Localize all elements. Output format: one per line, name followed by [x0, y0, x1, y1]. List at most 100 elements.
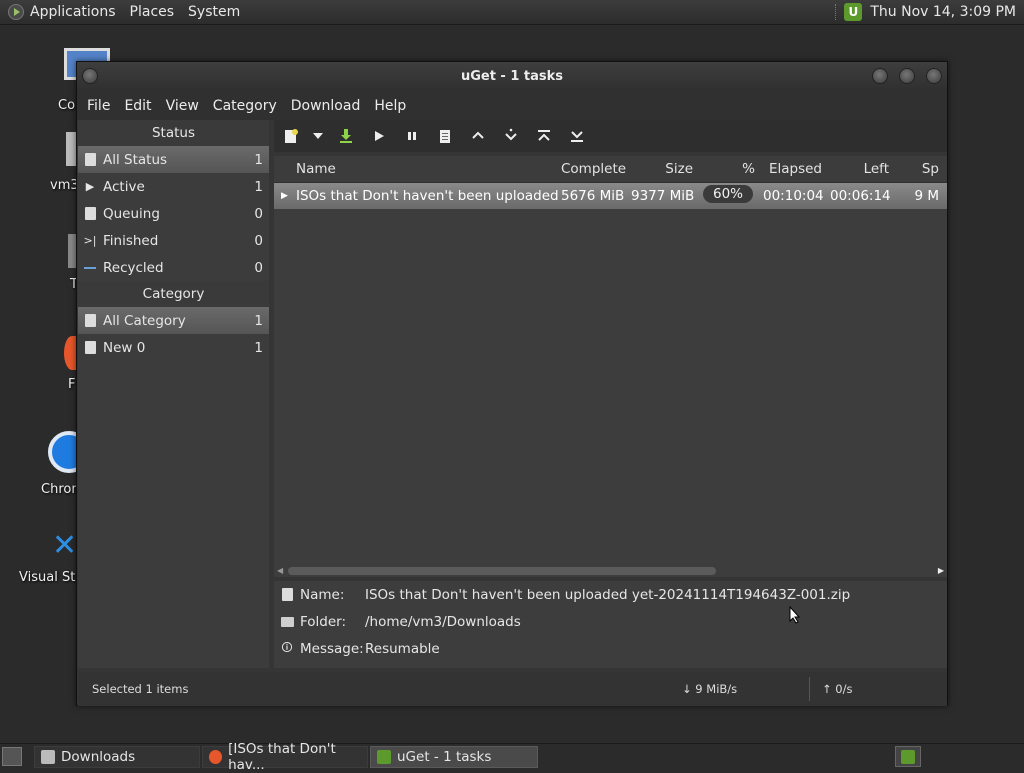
table-row[interactable]: ▶ ISOs that Don't haven't been uploaded … [274, 183, 947, 209]
firefox-icon [209, 750, 223, 764]
menu-help[interactable]: Help [374, 98, 406, 114]
sidebar-item-label: New 0 [103, 339, 146, 356]
doc-stack-icon [83, 314, 97, 328]
desktop-label-home[interactable]: vm3 [50, 178, 79, 193]
move-bottom-icon[interactable] [560, 124, 593, 148]
sidebar-item-recycled[interactable]: Recycled 0 [78, 254, 269, 281]
move-down-icon[interactable] [494, 124, 527, 148]
places-menu[interactable]: Places [130, 4, 175, 20]
file-icon [280, 588, 294, 601]
upload-speed[interactable]: ↑ 0/s [822, 682, 852, 696]
desktop-label-computer[interactable]: Co [58, 98, 75, 113]
taskbar-item-firefox[interactable]: [ISOs that Don't hav... [202, 741, 368, 773]
detail-message-value: Resumable [365, 640, 440, 657]
mouse-cursor-icon [789, 606, 801, 624]
download-speed[interactable]: ↓ 9 MiB/s [682, 682, 737, 696]
folder-icon [41, 750, 55, 764]
move-up-icon[interactable] [461, 124, 494, 148]
taskbar-item-label: Downloads [61, 749, 136, 765]
close-icon[interactable] [926, 68, 942, 84]
menu-download[interactable]: Download [291, 98, 361, 114]
dropdown-arrow-icon[interactable] [307, 124, 329, 148]
taskbar-item-label: [ISOs that Don't hav... [228, 741, 336, 773]
save-download-icon[interactable] [329, 124, 362, 148]
sidebar-item-label: All Category [103, 312, 186, 329]
desktop-label-vscode[interactable]: Visual Stu [19, 570, 84, 585]
clock[interactable]: Thu Nov 14, 3:09 PM [870, 4, 1016, 20]
detail-name-label: Name: [300, 586, 345, 603]
sidebar-item-all-category[interactable]: All Category 1 [78, 307, 269, 334]
properties-icon[interactable] [428, 124, 461, 148]
horizontal-scrollbar[interactable]: ◀ ▶ [274, 565, 947, 577]
column-left[interactable]: Left [830, 161, 897, 177]
sidebar-item-all-status[interactable]: All Status 1 [78, 146, 269, 173]
statusbar-divider [809, 677, 810, 701]
menu-edit[interactable]: Edit [124, 98, 151, 114]
scrollbar-thumb[interactable] [288, 567, 716, 575]
sidebar-item-count: 0 [254, 259, 263, 276]
taskbar-item-downloads[interactable]: Downloads [34, 746, 200, 768]
column-percent[interactable]: % [701, 161, 763, 177]
sidebar-item-count: 1 [254, 151, 263, 168]
details-pane: Name: ISOs that Don't haven't been uploa… [274, 581, 947, 668]
sidebar: Status All Status 1 ▶ Active 1 Queuing 0… [78, 120, 269, 668]
detail-name-value: ISOs that Don't haven't been uploaded ye… [365, 586, 851, 603]
taskbar-item-uget[interactable]: uGet - 1 tasks [370, 746, 538, 768]
scroll-right-icon[interactable]: ▶ [938, 566, 944, 575]
download-list: Name Complete Size % Elapsed Left Sp ▶ I… [274, 156, 947, 577]
column-speed[interactable]: Sp [897, 161, 947, 177]
column-complete[interactable]: Complete [561, 161, 631, 177]
system-menu[interactable]: System [188, 4, 240, 20]
progress-bar: 60% [703, 185, 753, 203]
minimize-icon[interactable] [872, 68, 888, 84]
start-icon[interactable] [362, 124, 395, 148]
uget-tray-icon[interactable]: U [844, 3, 863, 21]
menu-view[interactable]: View [166, 98, 199, 114]
row-percent-cell: 60% [701, 185, 763, 207]
info-icon: 🛈 [281, 641, 293, 654]
applications-menu[interactable]: Applications [30, 4, 116, 20]
tray-uget-icon[interactable] [895, 746, 921, 767]
toolbar [274, 120, 947, 152]
column-header-row: Name Complete Size % Elapsed Left Sp [274, 156, 947, 183]
move-top-icon[interactable] [527, 124, 560, 148]
row-complete: 5676 MiB [561, 188, 625, 204]
column-elapsed[interactable]: Elapsed [763, 161, 830, 177]
detail-folder-label: Folder: [300, 613, 347, 630]
row-speed: 9 M [914, 188, 939, 204]
sidebar-item-queuing[interactable]: Queuing 0 [78, 200, 269, 227]
sidebar-item-finished[interactable]: >| Finished 0 [78, 227, 269, 254]
sidebar-item-active[interactable]: ▶ Active 1 [78, 173, 269, 200]
detail-message-label: Message: [300, 640, 364, 657]
top-panel: Applications Places System U Thu Nov 14,… [0, 0, 1024, 25]
show-desktop-icon[interactable] [2, 747, 22, 766]
folder-icon [280, 616, 294, 628]
sidebar-item-label: All Status [103, 151, 168, 168]
titlebar[interactable]: uGet - 1 tasks [77, 62, 947, 92]
row-play-icon: ▶ [281, 191, 288, 201]
sidebar-item-new-0[interactable]: New 0 1 [78, 334, 269, 361]
menu-file[interactable]: File [87, 98, 110, 114]
detail-message-row: 🛈 Message: Resumable [274, 635, 947, 662]
vscode-icon[interactable]: ✕ [52, 528, 77, 563]
detail-name-row: Name: ISOs that Don't haven't been uploa… [274, 581, 947, 608]
column-name[interactable]: Name [296, 161, 561, 177]
row-name: ISOs that Don't haven't been uploaded ye… [296, 188, 561, 204]
pause-icon[interactable] [395, 124, 428, 148]
recycle-icon [83, 261, 97, 275]
scroll-left-icon[interactable]: ◀ [277, 566, 283, 575]
document-icon [83, 207, 97, 221]
desktop-label-firefox[interactable]: F [68, 377, 75, 392]
detail-folder-value: /home/vm3/Downloads [365, 613, 521, 630]
row-size: 9377 MiB [631, 188, 695, 204]
status-header[interactable]: Status [78, 120, 269, 146]
uget-window: uGet - 1 tasks File Edit View Category D… [76, 61, 948, 706]
category-header[interactable]: Category [78, 281, 269, 307]
finish-icon: >| [83, 234, 97, 247]
maximize-icon[interactable] [899, 68, 915, 84]
mint-menu-icon[interactable] [8, 4, 24, 20]
play-icon: ▶ [85, 180, 95, 193]
new-download-icon[interactable] [274, 124, 307, 148]
menu-category[interactable]: Category [213, 98, 277, 114]
column-size[interactable]: Size [631, 161, 701, 177]
